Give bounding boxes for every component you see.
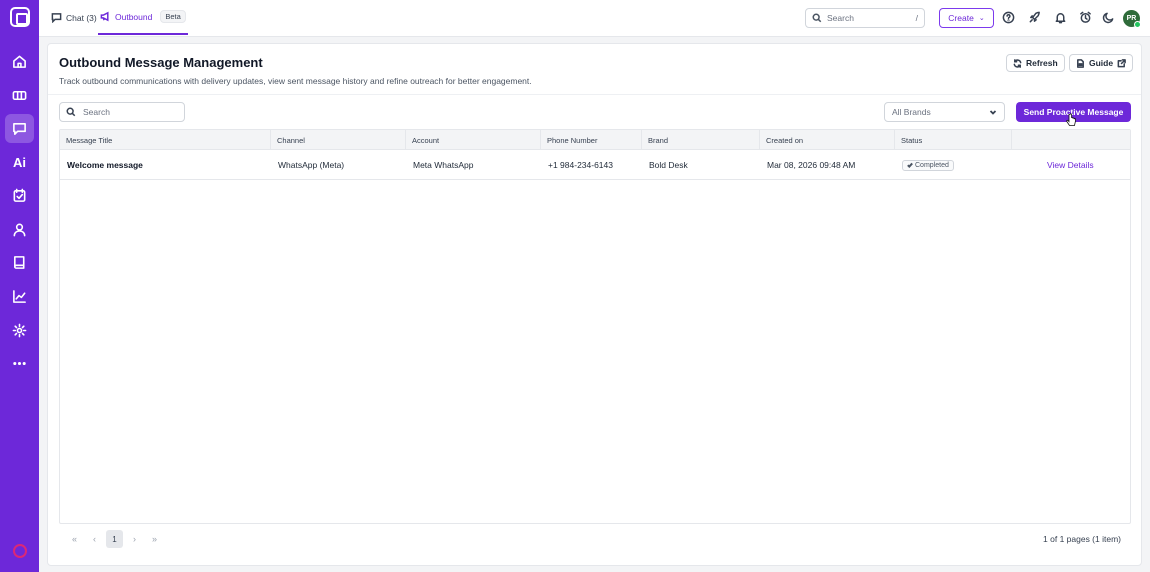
outbound-messages-table: Message Title Channel Account Phone Numb… <box>59 129 1131 524</box>
avatar[interactable]: PR <box>1123 10 1141 28</box>
search-icon <box>66 107 76 117</box>
global-search-placeholder: Search <box>827 13 854 23</box>
create-button[interactable]: Create ⌄ <box>939 8 994 28</box>
bell-icon[interactable] <box>1054 11 1067 24</box>
page-description: Track outbound communications with deliv… <box>59 76 532 86</box>
column-header-phone-number[interactable]: Phone Number <box>541 130 642 150</box>
settings-icon[interactable] <box>5 316 34 345</box>
cell-channel: WhatsApp (Meta) <box>278 160 345 170</box>
tab-chat[interactable]: Chat (3) <box>51 0 97 35</box>
chat-icon <box>51 13 62 23</box>
moon-icon[interactable] <box>1102 11 1115 24</box>
guide-label: Guide <box>1089 58 1114 68</box>
column-header-brand[interactable]: Brand <box>642 130 760 150</box>
cell-brand: Bold Desk <box>649 160 688 170</box>
table-header: Message Title Channel Account Phone Numb… <box>60 130 1130 150</box>
cell-status: Completed <box>902 150 954 180</box>
sidebar: Ai <box>0 0 39 572</box>
home-icon[interactable] <box>5 47 34 76</box>
status-badge: Completed <box>902 159 954 171</box>
refresh-button[interactable]: Refresh <box>1006 54 1065 72</box>
chevron-down-icon: ⌄ <box>978 15 985 22</box>
chevron-down-icon <box>989 110 997 115</box>
search-icon <box>812 13 822 23</box>
rocket-icon[interactable] <box>1028 11 1041 24</box>
search-shortcut: / <box>915 13 918 23</box>
refresh-label: Refresh <box>1026 58 1058 68</box>
create-label: Create <box>948 13 974 23</box>
previous-page-icon[interactable]: ‹ <box>86 530 103 548</box>
chat-icon[interactable] <box>5 114 34 143</box>
global-search-input[interactable]: Search / <box>805 8 925 28</box>
ai-icon[interactable]: Ai <box>5 148 34 177</box>
column-header-channel[interactable]: Channel <box>271 130 406 150</box>
next-page-icon[interactable]: › <box>126 530 143 548</box>
content-panel: Outbound Message Management Track outbou… <box>47 43 1142 566</box>
column-header-created-on[interactable]: Created on <box>760 130 895 150</box>
column-header-status[interactable]: Status <box>895 130 1012 150</box>
tab-outbound[interactable]: Outbound Beta <box>98 0 188 35</box>
document-icon <box>1077 58 1084 68</box>
alarm-clock-icon[interactable] <box>1079 11 1092 24</box>
task-icon[interactable] <box>5 181 34 210</box>
pagination: « ‹ 1 › » 1 of 1 pages (1 item) <box>59 524 1131 556</box>
cell-phone-number: +1 984-234-6143 <box>548 160 613 170</box>
guide-button[interactable]: Guide <box>1069 54 1134 72</box>
table-row[interactable]: Welcome message WhatsApp (Meta) Meta Wha… <box>60 150 1130 180</box>
column-header-account[interactable]: Account <box>406 130 541 150</box>
megaphone-icon <box>100 11 109 22</box>
view-details-link[interactable]: View Details <box>1047 150 1094 180</box>
app-logo[interactable] <box>10 7 30 27</box>
contact-icon[interactable] <box>5 215 34 244</box>
more-icon[interactable] <box>5 349 34 378</box>
main-area: Outbound Message Management Track outbou… <box>39 37 1150 572</box>
hand-cursor-icon <box>1066 113 1076 126</box>
cell-account: Meta WhatsApp <box>413 160 474 170</box>
cell-created-on: Mar 08, 2026 09:48 AM <box>767 160 856 170</box>
header-divider <box>48 94 1141 95</box>
beta-badge: Beta <box>160 10 186 23</box>
refresh-icon <box>1013 58 1022 68</box>
top-bar: Chat (3) Outbound Beta Search / Create ⌄… <box>39 0 1150 37</box>
ticket-icon[interactable] <box>5 81 34 110</box>
cell-message-title: Welcome message <box>67 160 143 170</box>
first-page-icon[interactable]: « <box>66 530 83 548</box>
tab-chat-label: Chat (3) <box>66 12 97 23</box>
avatar-initials: PR <box>1126 15 1137 22</box>
brand-filter-value: All Brands <box>892 107 931 117</box>
reports-icon[interactable] <box>5 282 34 311</box>
page-number-button[interactable]: 1 <box>106 530 123 548</box>
status-label: Completed <box>915 161 949 169</box>
knowledge-base-icon[interactable] <box>5 248 34 277</box>
column-header-actions <box>1012 130 1130 150</box>
help-icon[interactable] <box>1002 11 1015 24</box>
last-page-icon[interactable]: » <box>146 530 163 548</box>
page-title: Outbound Message Management <box>59 55 263 70</box>
message-search-placeholder: Search <box>83 107 110 117</box>
external-link-icon <box>1117 58 1126 67</box>
tab-outbound-label: Outbound <box>115 11 153 22</box>
check-icon <box>907 162 913 168</box>
pagination-info: 1 of 1 pages (1 item) <box>1043 534 1121 544</box>
column-header-message-title[interactable]: Message Title <box>60 130 271 150</box>
message-search-input[interactable]: Search <box>59 102 185 122</box>
help-ring-icon[interactable] <box>13 544 27 558</box>
ai-label: Ai <box>13 155 26 170</box>
brand-filter-dropdown[interactable]: All Brands <box>884 102 1005 122</box>
